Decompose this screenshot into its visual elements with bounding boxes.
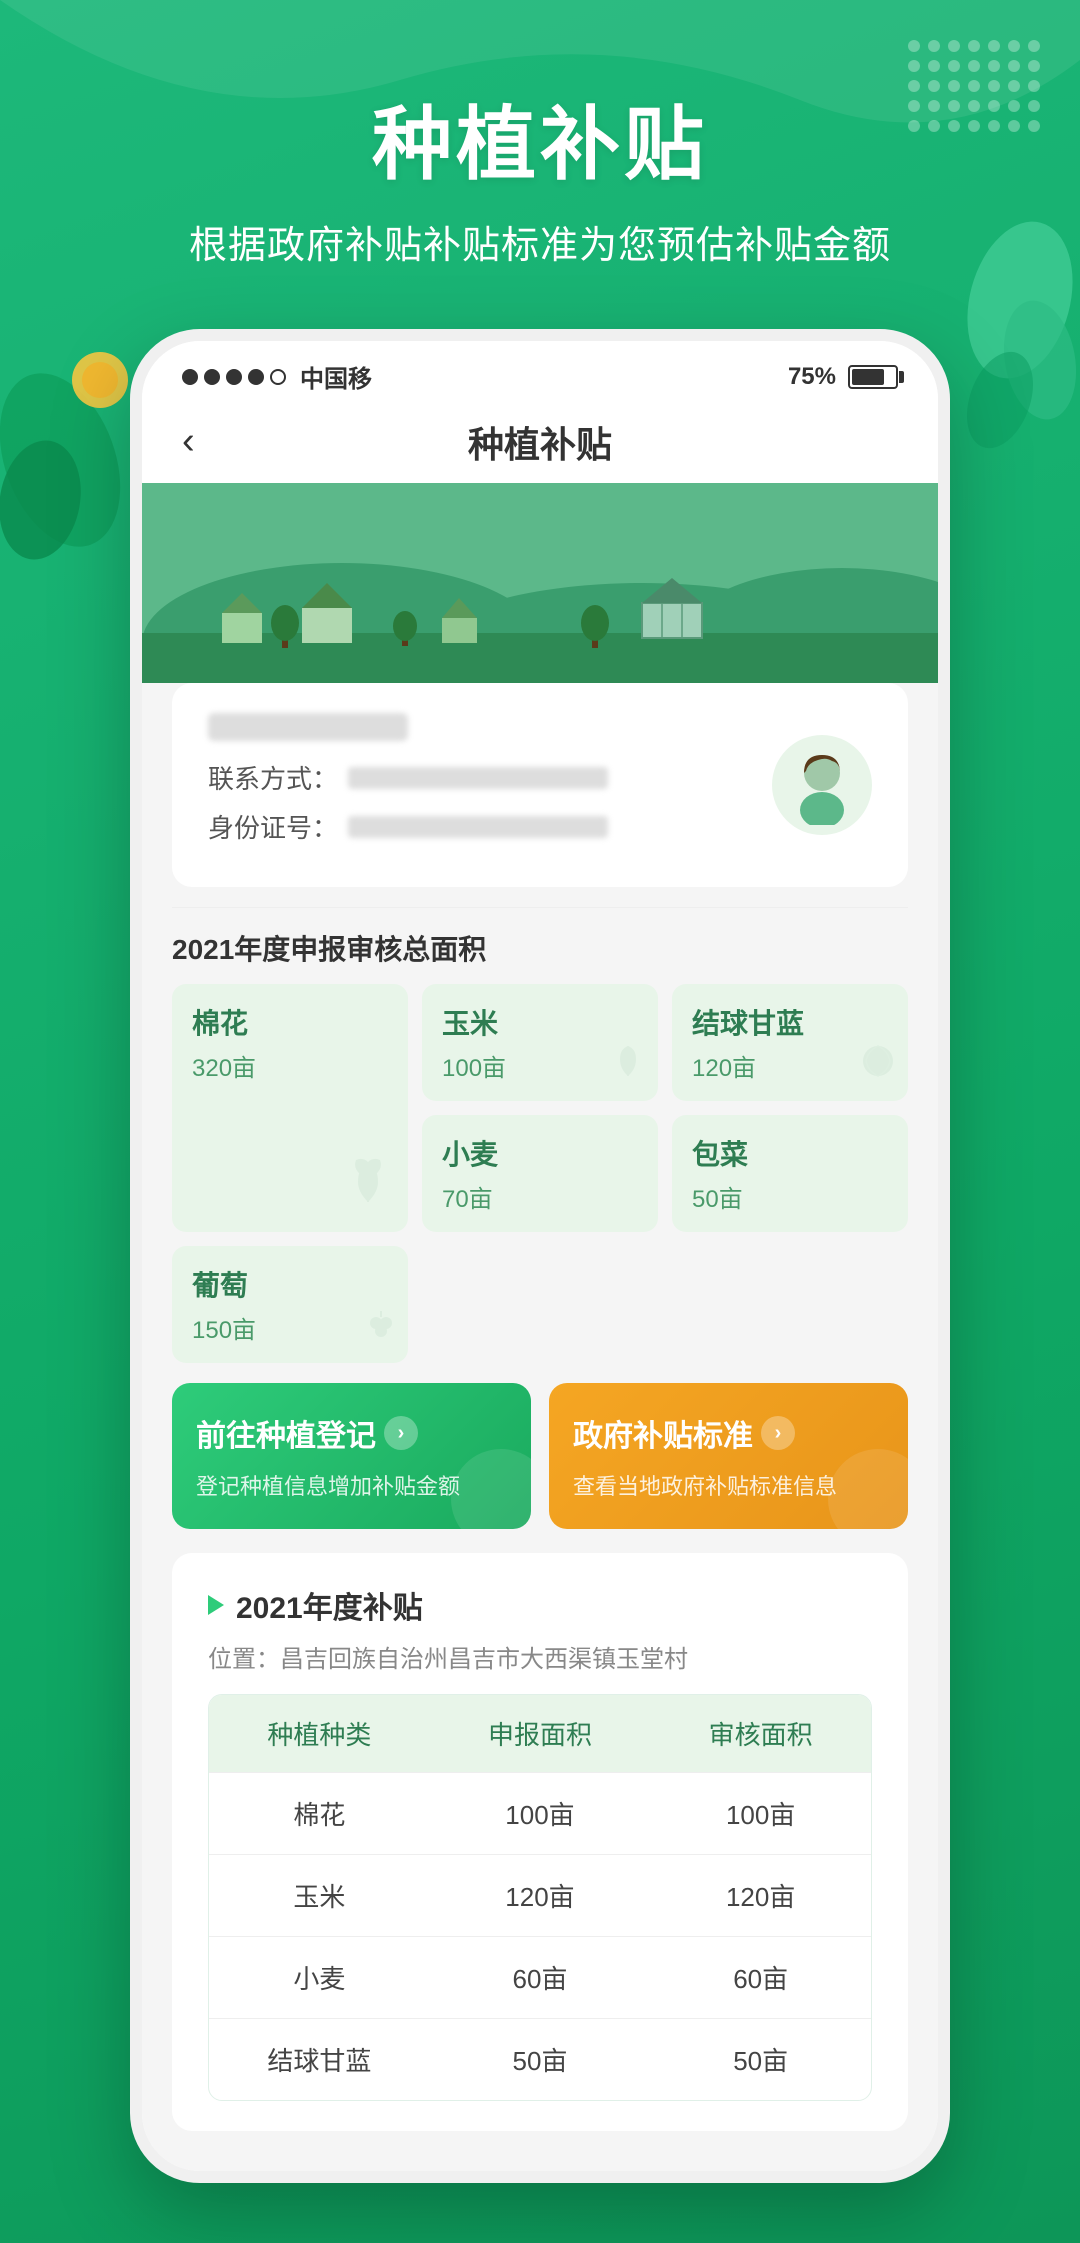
plant-reg-title: 前往种植登记 › <box>196 1411 507 1455</box>
status-bar: 中国移 75% <box>142 341 938 404</box>
table-row: 小麦60亩60亩 <box>209 1936 871 2018</box>
table-cell-0-1: 100亩 <box>430 1773 651 1854</box>
phone-wrapper: 中国移 75% ‹ 种植补贴 <box>0 329 1080 2243</box>
crop-grid: 棉花 320亩 <box>172 984 908 1363</box>
table-cell-0-0: 棉花 <box>209 1773 430 1854</box>
table-row: 结球甘蓝50亩50亩 <box>209 2018 871 2100</box>
table-cell-3-2: 50亩 <box>650 2019 871 2100</box>
battery-icon <box>848 365 898 389</box>
id-blur <box>348 816 608 838</box>
plant-reg-arrow: › <box>384 1416 418 1450</box>
carrier-text: 中国移 <box>300 359 372 394</box>
subsidy-table: 种植种类 申报面积 审核面积 棉花100亩100亩玉米120亩120亩小麦60亩… <box>208 1694 872 2101</box>
navbar-title: 种植补贴 <box>468 416 612 468</box>
status-left: 中国移 <box>182 359 372 394</box>
action-buttons: 前往种植登记 › 登记种植信息增加补贴金额 政府补贴标准 › 查看当地政府补贴标… <box>172 1383 908 1529</box>
gov-std-title: 政府补贴标准 › <box>573 1411 884 1455</box>
crop-name-pakchoi: 包菜 <box>692 1133 888 1173</box>
signal-dot-5 <box>270 369 286 385</box>
gov-std-arrow: › <box>761 1416 795 1450</box>
table-header-col1: 种植种类 <box>209 1695 430 1772</box>
main-title: 种植补贴 <box>0 80 1080 196</box>
crop-area-cotton: 320亩 <box>192 1048 388 1083</box>
signal-dot-2 <box>204 369 220 385</box>
battery-percentage: 75% <box>788 363 836 391</box>
btn-decoration-2 <box>828 1449 908 1529</box>
table-cell-3-1: 50亩 <box>430 2019 651 2100</box>
table-cell-0-2: 100亩 <box>650 1773 871 1854</box>
crop-card-wheat: 小麦 70亩 <box>422 1115 658 1232</box>
table-cell-3-0: 结球甘蓝 <box>209 2019 430 2100</box>
crop-card-cabbage: 结球甘蓝 120亩 <box>672 984 908 1101</box>
crop-section: 2021年度申报审核总面积 棉花 320亩 <box>172 928 908 1363</box>
signal-dot-4 <box>248 369 264 385</box>
crop-card-pakchoi: 包菜 50亩 <box>672 1115 908 1232</box>
plant-reg-label: 前往种植登记 <box>196 1411 376 1455</box>
divider-1 <box>172 907 908 908</box>
app-hero <box>142 483 938 683</box>
table-row: 棉花100亩100亩 <box>209 1772 871 1854</box>
sub-title: 根据政府补贴补贴标准为您预估补贴金额 <box>0 214 1080 269</box>
crop-icon-corn <box>608 1035 648 1093</box>
crop-name-cotton: 棉花 <box>192 1002 388 1042</box>
table-header: 种植种类 申报面积 审核面积 <box>209 1695 871 1772</box>
status-right: 75% <box>788 363 898 391</box>
table-row: 玉米120亩120亩 <box>209 1854 871 1936</box>
avatar-svg <box>782 745 862 825</box>
contact-blur <box>348 767 608 789</box>
id-label: 身份证号： <box>208 808 338 845</box>
phone-mockup: 中国移 75% ‹ 种植补贴 <box>130 329 950 2183</box>
subsidy-title: 2021年度补贴 <box>236 1583 423 1627</box>
table-cell-2-2: 60亩 <box>650 1937 871 2018</box>
plant-registration-button[interactable]: 前往种植登记 › 登记种植信息增加补贴金额 <box>172 1383 531 1529</box>
table-header-col3: 审核面积 <box>650 1695 871 1772</box>
header-section: 种植补贴 根据政府补贴补贴标准为您预估补贴金额 <box>0 0 1080 269</box>
user-id-field: 身份证号： <box>208 808 772 845</box>
crop-area-pakchoi: 50亩 <box>692 1179 888 1214</box>
table-header-col2: 申报面积 <box>430 1695 651 1772</box>
subsidy-header: 2021年度补贴 <box>208 1583 872 1627</box>
gov-standard-button[interactable]: 政府补贴标准 › 查看当地政府补贴标准信息 <box>549 1383 908 1529</box>
signal-dot-3 <box>226 369 242 385</box>
back-button[interactable]: ‹ <box>182 420 195 463</box>
hero-landscape <box>142 483 938 683</box>
user-info: 联系方式： 身份证号： <box>208 713 772 857</box>
table-body: 棉花100亩100亩玉米120亩120亩小麦60亩60亩结球甘蓝50亩50亩 <box>209 1772 871 2100</box>
crop-card-corn: 玉米 100亩 <box>422 984 658 1101</box>
green-triangle <box>208 1595 224 1615</box>
btn-decoration-1 <box>451 1449 531 1529</box>
table-cell-2-1: 60亩 <box>430 1937 651 2018</box>
user-avatar <box>772 735 872 835</box>
app-navbar: ‹ 种植补贴 <box>142 404 938 483</box>
crop-card-cotton: 棉花 320亩 <box>172 984 408 1232</box>
battery-fill <box>852 369 884 385</box>
signal-dot-1 <box>182 369 198 385</box>
table-cell-1-2: 120亩 <box>650 1855 871 1936</box>
crop-icon-cotton <box>338 1152 398 1224</box>
crop-name-wheat: 小麦 <box>442 1133 638 1173</box>
crop-icon-grape <box>358 1297 398 1355</box>
crop-area-wheat: 70亩 <box>442 1179 638 1214</box>
crop-section-title: 2021年度申报审核总面积 <box>172 928 908 968</box>
gov-std-label: 政府补贴标准 <box>573 1411 753 1455</box>
table-cell-1-1: 120亩 <box>430 1855 651 1936</box>
contact-label: 联系方式： <box>208 759 338 796</box>
subsidy-section: 2021年度补贴 位置：昌吉回族自治州昌吉市大西渠镇玉堂村 种植种类 申报面积 … <box>172 1553 908 2131</box>
user-name-blur <box>208 713 408 741</box>
user-card: 联系方式： 身份证号： <box>172 683 908 887</box>
crop-card-grape: 葡萄 150亩 <box>172 1246 408 1363</box>
table-cell-1-0: 玉米 <box>209 1855 430 1936</box>
user-contact-field: 联系方式： <box>208 759 772 796</box>
subsidy-location: 位置：昌吉回族自治州昌吉市大西渠镇玉堂村 <box>208 1639 872 1674</box>
crop-icon-cabbage <box>858 1035 898 1093</box>
table-cell-2-0: 小麦 <box>209 1937 430 2018</box>
app-content: 联系方式： 身份证号： <box>142 683 938 2171</box>
